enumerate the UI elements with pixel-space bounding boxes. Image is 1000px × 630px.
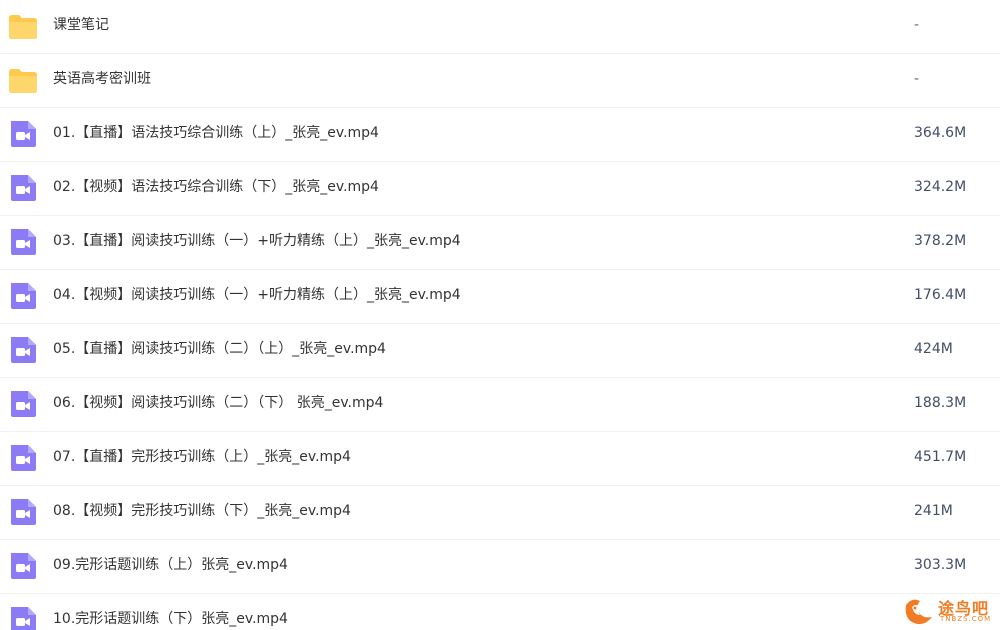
file-name[interactable]: 课堂笔记 [53, 0, 109, 50]
file-row[interactable]: 02.【视频】语法技巧综合训练（下）_张亮_ev.mp4 324.2M [0, 162, 1000, 216]
video-file-icon [11, 121, 36, 147]
video-file-icon [11, 175, 36, 201]
folder-icon [9, 15, 37, 39]
file-name[interactable]: 04.【视频】阅读技巧训练（一）+听力精练（上）_张亮_ev.mp4 [53, 270, 461, 320]
file-size: 378.2M [914, 233, 967, 249]
watermark-subtext: TNBZS.COM [940, 615, 992, 623]
video-file-icon [11, 229, 36, 255]
file-name[interactable]: 05.【直播】阅读技巧训练（二）（上）_张亮_ev.mp4 [53, 324, 386, 374]
file-size: - [914, 17, 920, 33]
video-file-icon [11, 391, 36, 417]
video-file-icon [11, 445, 36, 471]
file-row[interactable]: 07.【直播】完形技巧训练（上）_张亮_ev.mp4 451.7M [0, 432, 1000, 486]
file-name[interactable]: 08.【视频】完形技巧训练（下）_张亮_ev.mp4 [53, 486, 351, 536]
file-name[interactable]: 09.完形话题训练（上）张亮_ev.mp4 [53, 540, 288, 590]
file-size: 303.3M [914, 557, 967, 573]
file-row[interactable]: 04.【视频】阅读技巧训练（一）+听力精练（上）_张亮_ev.mp4 176.4… [0, 270, 1000, 324]
video-file-icon [11, 337, 36, 363]
file-size: 451.7M [914, 449, 967, 465]
file-row[interactable]: 05.【直播】阅读技巧训练（二）（上）_张亮_ev.mp4 424M [0, 324, 1000, 378]
file-size: 364.6M [914, 125, 967, 141]
file-name[interactable]: 06.【视频】阅读技巧训练（二）（下） 张亮_ev.mp4 [53, 378, 383, 428]
file-row[interactable]: 01.【直播】语法技巧综合训练（上）_张亮_ev.mp4 364.6M [0, 108, 1000, 162]
file-list: 课堂笔记 - 英语高考密训班 - 01.【直播】语法技巧综合训练（上）_张亮_e… [0, 0, 1000, 630]
file-size: 324.2M [914, 179, 967, 195]
file-size: - [914, 71, 920, 87]
file-row[interactable]: 英语高考密训班 - [0, 54, 1000, 108]
video-file-icon [11, 607, 36, 630]
file-name[interactable]: 01.【直播】语法技巧综合训练（上）_张亮_ev.mp4 [53, 108, 379, 158]
file-size: 424M [914, 341, 953, 357]
file-size: 241M [914, 503, 953, 519]
file-name[interactable]: 07.【直播】完形技巧训练（上）_张亮_ev.mp4 [53, 432, 351, 482]
video-file-icon [11, 499, 36, 525]
file-row[interactable]: 03.【直播】阅读技巧训练（一）+听力精练（上）_张亮_ev.mp4 378.2… [0, 216, 1000, 270]
file-name[interactable]: 02.【视频】语法技巧综合训练（下）_张亮_ev.mp4 [53, 162, 379, 212]
bird-logo-icon [905, 599, 932, 625]
watermark-logo: 途鸟吧 TNBZS.COM [902, 593, 994, 627]
file-size: 188.3M [914, 395, 967, 411]
file-row[interactable]: 课堂笔记 - [0, 0, 1000, 54]
folder-icon [9, 69, 37, 93]
file-size: 176.4M [914, 287, 967, 303]
file-row[interactable]: 10.完形话题训练（下）张亮_ev.mp4 [0, 594, 1000, 630]
file-row[interactable]: 06.【视频】阅读技巧训练（二）（下） 张亮_ev.mp4 188.3M [0, 378, 1000, 432]
file-name[interactable]: 03.【直播】阅读技巧训练（一）+听力精练（上）_张亮_ev.mp4 [53, 216, 461, 266]
file-name[interactable]: 英语高考密训班 [53, 54, 151, 104]
file-row[interactable]: 09.完形话题训练（上）张亮_ev.mp4 303.3M [0, 540, 1000, 594]
file-name[interactable]: 10.完形话题训练（下）张亮_ev.mp4 [53, 594, 288, 630]
video-file-icon [11, 553, 36, 579]
file-row[interactable]: 08.【视频】完形技巧训练（下）_张亮_ev.mp4 241M [0, 486, 1000, 540]
video-file-icon [11, 283, 36, 309]
